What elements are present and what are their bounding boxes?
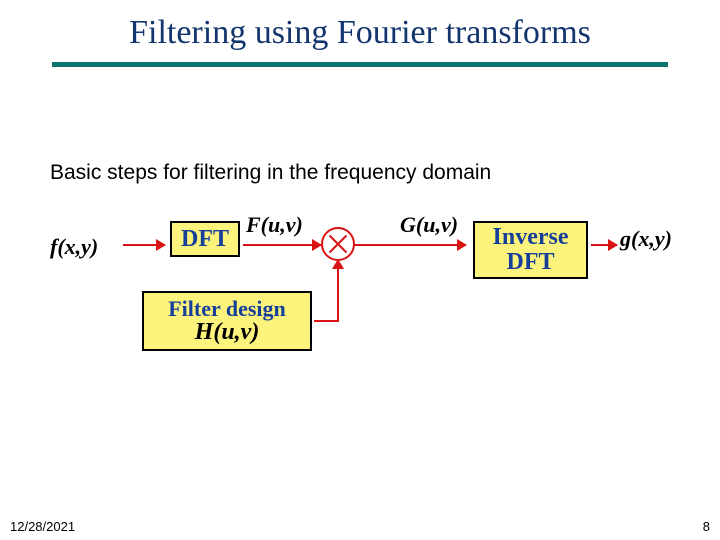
arrow-icon xyxy=(591,244,617,246)
arrow-icon xyxy=(354,244,466,246)
slide: Filtering using Fourier transforms Basic… xyxy=(0,0,720,540)
block-idft-line1: Inverse xyxy=(493,225,569,250)
slide-title: Filtering using Fourier transforms xyxy=(0,14,720,52)
filter-design-label: Filter design xyxy=(168,297,286,320)
label-gxy: g(x,y) xyxy=(620,226,672,252)
block-idft-line2: DFT xyxy=(507,250,555,275)
arrow-up-icon xyxy=(337,260,339,320)
block-dft: DFT xyxy=(170,221,240,257)
block-filter-design: Filter design H(u,v) xyxy=(142,291,312,351)
label-fxy: f(x,y) xyxy=(50,234,98,260)
multiply-node-icon xyxy=(321,227,355,261)
block-dft-label: DFT xyxy=(181,226,229,253)
connector-line xyxy=(314,320,339,322)
arrow-icon xyxy=(243,244,321,246)
arrow-icon xyxy=(123,244,165,246)
block-idft: Inverse DFT xyxy=(473,221,588,279)
diagram-caption: Basic steps for filtering in the frequen… xyxy=(50,161,491,185)
footer-date: 12/28/2021 xyxy=(10,519,75,534)
footer-page-number: 8 xyxy=(703,519,710,534)
title-underline xyxy=(52,62,668,67)
filter-design-formula: H(u,v) xyxy=(195,320,260,345)
label-Fuv: F(u,v) xyxy=(246,212,303,238)
label-Guv: G(u,v) xyxy=(400,212,458,238)
